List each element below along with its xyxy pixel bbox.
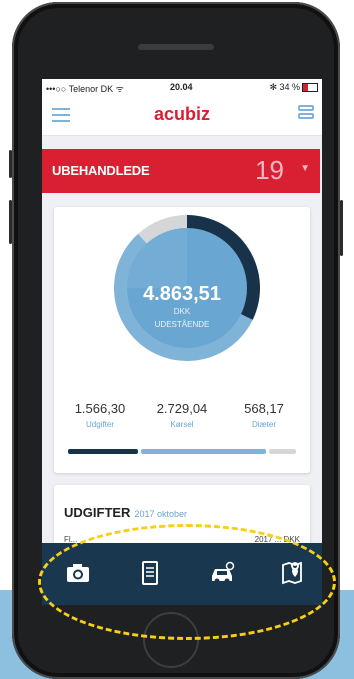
summary-card: 4.863,51 DKK UDESTÅENDE 1.566,30 Udgifte… (54, 207, 310, 473)
stat-label: Kørsel (170, 420, 194, 429)
map-pin-icon[interactable] (278, 560, 310, 588)
outstanding-caption: UDESTÅENDE (154, 320, 210, 329)
camera-icon[interactable] (64, 560, 96, 588)
bottom-tab-bar (42, 543, 322, 605)
chevron-down-icon[interactable]: ▼ (300, 163, 310, 174)
bar-expenses (68, 449, 138, 454)
stat-allowance[interactable]: 568,17 Diæter (224, 401, 304, 429)
carrier-label: •••○○ Telenor DK ᯤ (46, 84, 124, 94)
brand-logo: acubiz (153, 104, 210, 124)
home-button[interactable] (143, 612, 199, 668)
outstanding-amount: 4.863,51 (143, 283, 221, 305)
stat-mileage[interactable]: 2.729,04 Kørsel (142, 401, 222, 429)
unprocessed-banner[interactable]: UBEHANDLEDE 19 ▼ (42, 149, 320, 193)
battery-status: ✻ 34 % (269, 82, 318, 93)
mute-switch (9, 150, 12, 178)
unprocessed-count: 19 (255, 155, 284, 185)
expenses-period: 2017 oktober (134, 509, 187, 519)
stat-label: Udgifter (85, 420, 114, 429)
bar-allowance (269, 449, 296, 454)
app-header: acubiz (42, 95, 322, 136)
stat-value: 2.729,04 (156, 401, 208, 416)
status-bar: •••○○ Telenor DK ᯤ 20.04 ✻ 34 % (42, 79, 322, 95)
power-button (340, 200, 343, 256)
stat-value: 568,17 (244, 401, 284, 416)
stat-label: Diæter (251, 420, 276, 429)
volume-up-button (9, 200, 12, 244)
stat-value: 1.566,30 (74, 401, 126, 416)
car-icon[interactable] (208, 560, 240, 588)
expenses-heading: UDGIFTER 2017 oktober (64, 505, 187, 520)
bar-mileage (141, 449, 266, 454)
unprocessed-label: UBEHANDLEDE (52, 163, 150, 178)
distribution-bars (68, 449, 296, 454)
clock: 20.04 (170, 82, 193, 92)
phone-screen: •••○○ Telenor DK ᯤ 20.04 ✻ 34 % acubiz U… (42, 79, 322, 605)
earpiece (138, 44, 214, 50)
stack-icon[interactable] (298, 105, 314, 125)
summary-stats: 1.566,30 Udgifter 2.729,04 Kørsel 568,17… (54, 401, 310, 441)
stat-expenses[interactable]: 1.566,30 Udgifter (60, 401, 140, 429)
receipt-icon[interactable] (136, 560, 168, 588)
battery-icon (302, 83, 318, 93)
currency-label: DKK (173, 307, 191, 316)
